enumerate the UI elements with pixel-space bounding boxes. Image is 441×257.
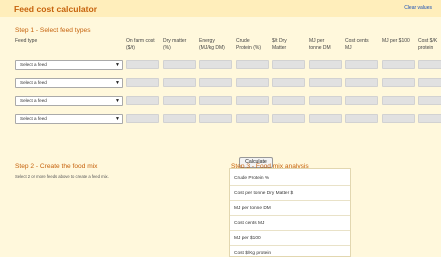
col-header-dollar-per-tonne-dm: $/t Dry Matter [272,38,287,51]
step2-hint: Select 2 or more feeds above to create a… [15,174,109,179]
chevron-down-icon: ▼ [115,116,120,122]
col-header-feed-type: Feed type [15,38,38,44]
mj-per-tonne-cell-1 [309,60,342,69]
energy-input-3[interactable] [199,96,232,105]
crude-protein-input-4[interactable] [236,114,269,123]
col-header-dry-matter: Dry matter (%) [163,38,187,51]
step1-heading: Step 1 - Select feed types [15,27,91,34]
food-mix-analysis-table: Crude Protein % Cost per tonne Dry Matte… [229,168,351,257]
on-farm-cost-input-3[interactable] [126,96,159,105]
feed-type-select-1[interactable]: Select a feed ▼ [15,60,123,70]
chevron-down-icon: ▼ [115,80,120,86]
cost-per-kg-protein-cell-4 [418,114,441,123]
cost-cents-mj-cell-2 [345,78,378,87]
crude-protein-input-2[interactable] [236,78,269,87]
col-header-cost-cents-mj: Cost cents MJ [345,38,369,51]
col-header-crude-protein: Crude Protein (%) [236,38,262,51]
energy-input-1[interactable] [199,60,232,69]
chevron-down-icon: ▼ [115,62,120,68]
cost-cents-mj-cell-4 [345,114,378,123]
col-header-on-farm-cost: On farm cost ($/t) [126,38,155,51]
energy-input-2[interactable] [199,78,232,87]
clear-values-link[interactable]: Clear values [404,5,432,11]
mj-per-tonne-cell-2 [309,78,342,87]
on-farm-cost-input-1[interactable] [126,60,159,69]
energy-input-4[interactable] [199,114,232,123]
cost-per-tonne-dm-cell-1 [272,60,305,69]
chevron-down-icon: ▼ [115,98,120,104]
col-header-mj-per-100: MJ per $100 [382,38,410,44]
feed-type-select-2[interactable]: Select a feed ▼ [15,78,123,88]
header-bar: Feed cost calculator Clear values [0,0,441,17]
dry-matter-input-4[interactable] [163,114,196,123]
analysis-row-mj-per-100: MJ per $100 [230,231,350,246]
page-title: Feed cost calculator [14,4,98,14]
dry-matter-input-1[interactable] [163,60,196,69]
mj-per-100-cell-2 [382,78,415,87]
cost-cents-mj-cell-3 [345,96,378,105]
mj-per-tonne-cell-3 [309,96,342,105]
cost-per-kg-protein-cell-3 [418,96,441,105]
analysis-row-cost-cents-mj: Cost cents MJ [230,216,350,231]
col-header-cost-per-kg-protein: Cost $/K protein [418,38,438,51]
feed-type-select-4[interactable]: Select a feed ▼ [15,114,123,124]
mj-per-tonne-cell-4 [309,114,342,123]
mj-per-100-cell-4 [382,114,415,123]
cost-per-tonne-dm-cell-4 [272,114,305,123]
analysis-row-cost-per-kg-protein: Cost $/Kg protein [230,246,350,257]
step2-heading: Step 2 - Create the food mix [15,163,98,170]
dry-matter-input-2[interactable] [163,78,196,87]
analysis-row-crude-protein: Crude Protein % [230,171,350,186]
on-farm-cost-input-2[interactable] [126,78,159,87]
cost-per-tonne-dm-cell-3 [272,96,305,105]
crude-protein-input-3[interactable] [236,96,269,105]
cost-per-tonne-dm-cell-2 [272,78,305,87]
cost-per-kg-protein-cell-2 [418,78,441,87]
feed-type-select-3[interactable]: Select a feed ▼ [15,96,123,106]
col-header-mj-per-tonne: MJ per tonne DM [309,38,331,51]
cost-cents-mj-cell-1 [345,60,378,69]
on-farm-cost-input-4[interactable] [126,114,159,123]
cost-per-kg-protein-cell-1 [418,60,441,69]
mj-per-100-cell-1 [382,60,415,69]
dry-matter-input-3[interactable] [163,96,196,105]
mj-per-100-cell-3 [382,96,415,105]
col-header-energy: Energy (MJ/kg DM) [199,38,225,51]
crude-protein-input-1[interactable] [236,60,269,69]
analysis-row-mj-per-tonne-dm: MJ per tonne DM [230,201,350,216]
analysis-row-cost-per-tonne-dm: Cost per tonne Dry Matter $ [230,186,350,201]
